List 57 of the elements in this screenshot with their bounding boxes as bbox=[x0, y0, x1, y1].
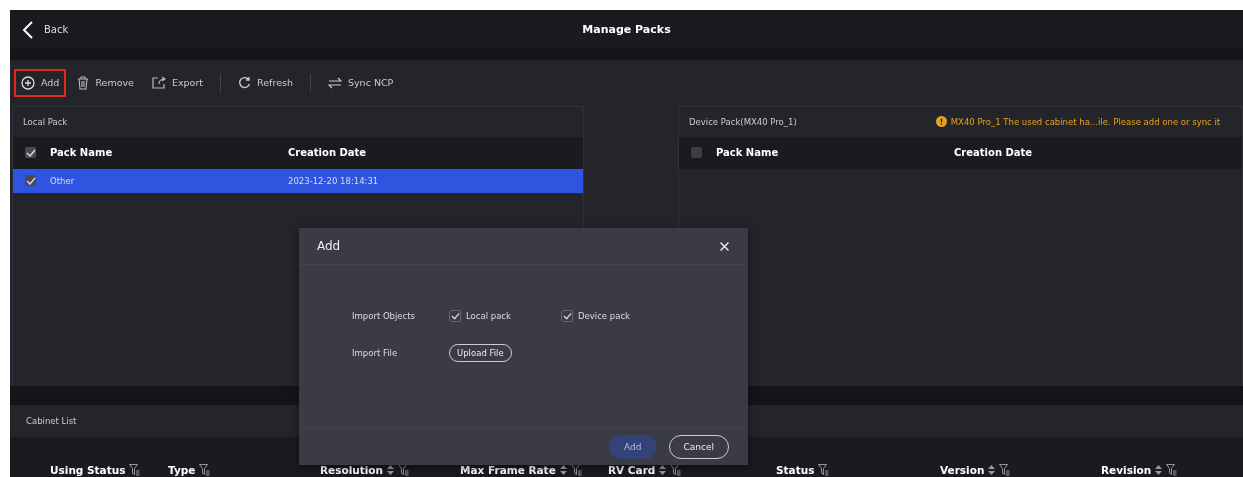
toolbar-button[interactable]: Sync NCP bbox=[320, 68, 401, 97]
option-checkbox[interactable]: Device pack bbox=[561, 310, 673, 322]
filter-icon[interactable] bbox=[999, 464, 1011, 476]
checkbox[interactable] bbox=[449, 310, 461, 322]
filter-icon[interactable] bbox=[129, 464, 141, 476]
close-icon bbox=[720, 241, 729, 251]
filter-icon[interactable] bbox=[818, 464, 830, 476]
sort-icon[interactable] bbox=[559, 465, 567, 475]
panel-title: Local Pack bbox=[23, 116, 68, 127]
warning-message: MX40 Pro_1 The used cabinet ha...ile. Please add one or sync it bbox=[950, 116, 1221, 127]
panel-title: Device Pack(MX40 Pro_1) bbox=[689, 116, 797, 127]
sort-icon[interactable] bbox=[988, 465, 996, 475]
chevron-left-icon bbox=[22, 20, 34, 39]
sort-icon[interactable] bbox=[1155, 465, 1163, 475]
sort-icon[interactable] bbox=[659, 465, 667, 475]
column-heading[interactable]: Status bbox=[776, 464, 940, 476]
trash-icon bbox=[77, 75, 90, 90]
field-label: Import Objects bbox=[352, 311, 417, 321]
page-title: Manage Packs bbox=[582, 23, 671, 36]
select-all-checkbox[interactable] bbox=[25, 147, 36, 159]
filter-icon[interactable] bbox=[570, 464, 582, 476]
plus-circle-icon bbox=[21, 75, 35, 90]
column-heading[interactable]: RV Card bbox=[608, 464, 776, 476]
table-row[interactable]: Other 2023-12-20 18:14:31 bbox=[13, 168, 583, 193]
column-heading[interactable]: Type bbox=[168, 464, 320, 476]
column-heading[interactable]: Revision bbox=[1101, 464, 1221, 476]
toolbar-button[interactable]: Export bbox=[144, 68, 211, 97]
column-heading[interactable]: Using Status bbox=[50, 464, 168, 476]
select-all-checkbox[interactable] bbox=[691, 147, 702, 159]
back-button[interactable]: Back bbox=[20, 18, 71, 41]
warning-icon bbox=[935, 116, 947, 128]
column-header: Pack Name bbox=[50, 147, 114, 159]
column-heading[interactable]: Resolution bbox=[320, 464, 460, 476]
share-icon bbox=[151, 76, 166, 90]
dialog-title: Add bbox=[317, 239, 341, 253]
checkbox[interactable] bbox=[561, 310, 573, 322]
sort-icon[interactable] bbox=[387, 465, 395, 475]
column-header: Creation Date bbox=[288, 147, 368, 159]
filter-icon[interactable] bbox=[670, 464, 682, 476]
option-checkbox[interactable]: Local pack bbox=[449, 310, 561, 322]
column-header: Pack Name bbox=[716, 147, 780, 159]
swap-arrows-icon bbox=[327, 76, 342, 89]
row-checkbox[interactable] bbox=[25, 175, 36, 187]
refresh-icon bbox=[238, 76, 252, 90]
panel-title: Cabinet List bbox=[26, 416, 77, 426]
table-cell-text: 2023-12-20 18:14:31 bbox=[288, 175, 380, 186]
filter-icon[interactable] bbox=[1166, 464, 1178, 476]
toolbar-button[interactable]: Remove bbox=[70, 68, 141, 97]
toolbar-button[interactable]: Add bbox=[14, 68, 67, 97]
filter-icon[interactable] bbox=[199, 464, 211, 476]
toolbar-button[interactable]: Refresh bbox=[231, 68, 300, 97]
filter-icon[interactable] bbox=[398, 464, 410, 476]
table-cell-text: Other bbox=[50, 175, 76, 186]
column-heading[interactable]: Version bbox=[940, 464, 1101, 476]
column-header: Creation Date bbox=[954, 147, 1034, 159]
column-heading[interactable]: Max Frame Rate bbox=[460, 464, 608, 476]
field-label: Import File bbox=[352, 348, 399, 358]
